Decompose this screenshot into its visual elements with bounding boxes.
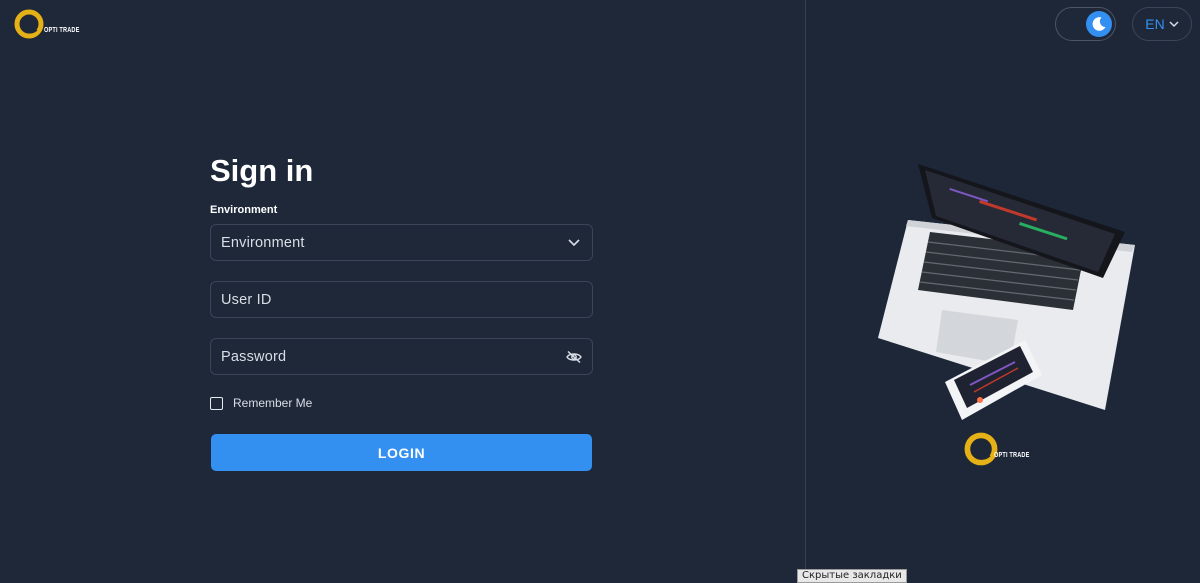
- chevron-down-icon: [1169, 20, 1179, 27]
- page-title: Sign in: [210, 153, 314, 188]
- language-select[interactable]: EN: [1132, 7, 1192, 41]
- brand-name: OPTI TRADE: [994, 451, 1030, 459]
- remember-me-checkbox[interactable]: [210, 396, 223, 410]
- laptop-phone-illustration: [870, 160, 1140, 420]
- brand-name: OPTI TRADE: [44, 26, 80, 34]
- browser-status-tooltip: Скрытые закладки: [797, 569, 907, 583]
- user-id-placeholder: User ID: [221, 291, 272, 308]
- theme-toggle[interactable]: [1055, 7, 1116, 41]
- remember-me[interactable]: Remember Me: [210, 396, 312, 410]
- brand-logo-secondary: OPTI TRADE: [964, 432, 1038, 466]
- logo-mark-icon: [14, 9, 44, 39]
- password-field[interactable]: Password: [210, 338, 593, 375]
- password-placeholder: Password: [221, 348, 287, 365]
- user-id-field[interactable]: User ID: [210, 281, 593, 318]
- environment-select-value: Environment: [221, 234, 305, 251]
- language-value: EN: [1145, 16, 1165, 32]
- environment-label: Environment: [210, 204, 278, 216]
- remember-me-label: Remember Me: [233, 396, 313, 410]
- eye-off-icon[interactable]: [566, 349, 582, 365]
- login-button[interactable]: LOGIN: [211, 434, 592, 471]
- brand-logo[interactable]: OPTI TRADE: [14, 9, 88, 39]
- chevron-down-icon: [566, 235, 582, 251]
- moon-icon: [1086, 11, 1112, 37]
- environment-select[interactable]: Environment: [210, 224, 593, 261]
- logo-mark-icon: [964, 432, 998, 466]
